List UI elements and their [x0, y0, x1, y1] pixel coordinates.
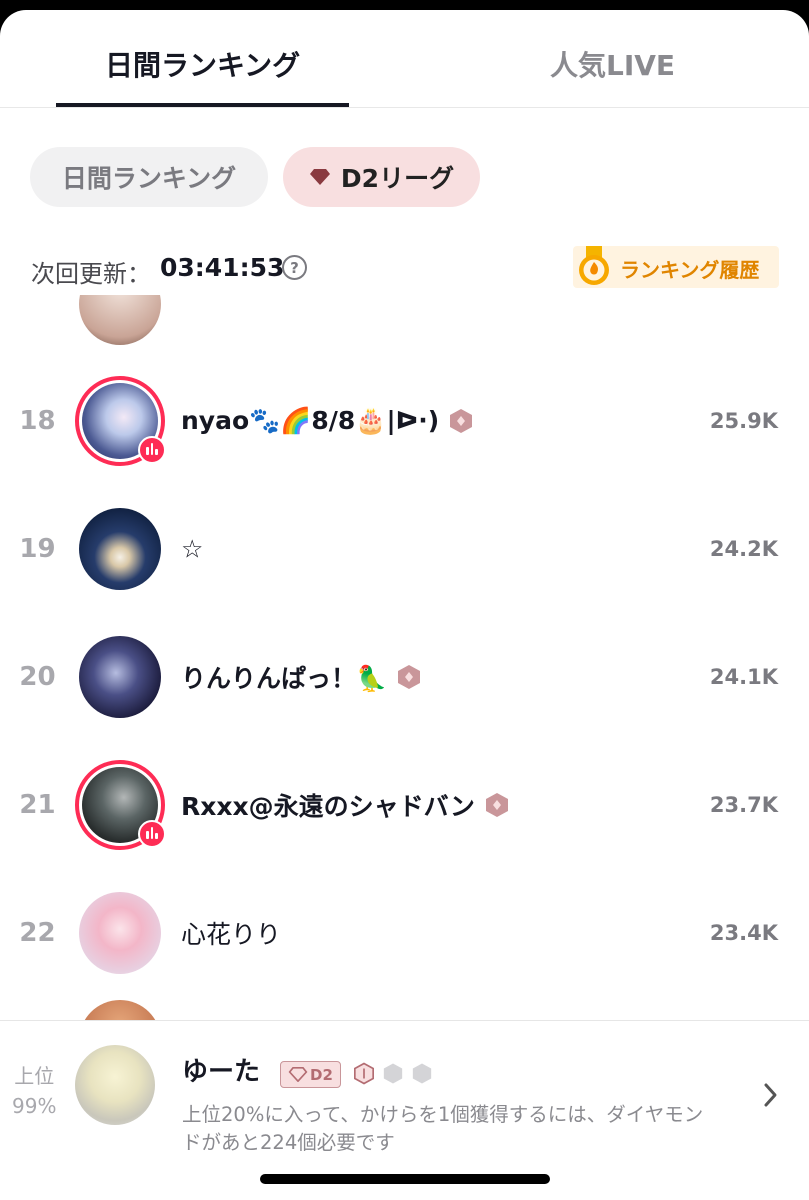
avatar[interactable]: [75, 760, 166, 850]
next-refresh-countdown: 03:41:53: [160, 253, 285, 282]
user-name: nyao🐾🌈8/8🎂|ᐅ·): [181, 406, 440, 435]
my-rank-percentile: 99%: [12, 1094, 57, 1118]
ranking-row[interactable]: 20 りんりんぱっ！🦜 24.1K: [0, 613, 809, 741]
diamond-icon: [309, 169, 330, 185]
tab-popular-live[interactable]: 人気LIVE: [550, 44, 675, 84]
my-rank-bar[interactable]: 上位 99% ゆーた D2 上位20%に入って、かけらを1個獲得するには、ダイヤ…: [0, 1020, 809, 1200]
ranking-sheet: 日間ランキング 人気LIVE 日間ランキング D2リーグ 次回更新： 03:41…: [0, 10, 809, 1200]
rank-number: 19: [19, 534, 56, 564]
user-name: 心花りり: [181, 920, 282, 949]
league-hex-badge-icon: [398, 665, 421, 689]
ranking-list: 18 nyao🐾🌈8/8🎂|ᐅ·) 25.9K 19 ☆ 24.2K 20 りん…: [0, 295, 809, 1020]
ranking-history-button[interactable]: ランキング履歴: [573, 246, 779, 288]
filter-daily-ranking-pill[interactable]: 日間ランキング: [30, 147, 268, 207]
live-indicator-icon: [138, 820, 166, 848]
my-user-name: ゆーた: [182, 1057, 261, 1087]
league-hex-badge-icon: [485, 793, 508, 817]
shard-filled-icon: [354, 1062, 374, 1085]
medal-icon: [579, 246, 609, 285]
rank-number: 21: [19, 790, 56, 820]
rank-number: 18: [19, 406, 56, 436]
rank-number: 22: [19, 918, 56, 948]
my-rank-description: 上位20%に入って、かけらを1個獲得するには、ダイヤモンドがあと224個必要です: [182, 1103, 704, 1154]
shard-progress: [354, 1062, 432, 1085]
ranking-history-label: ランキング履歴: [620, 258, 760, 282]
ranking-row[interactable]: 22 心花りり 23.4K: [0, 869, 809, 997]
chevron-right-icon[interactable]: [762, 1081, 780, 1109]
top-tabs: 日間ランキング 人気LIVE: [0, 10, 809, 108]
league-hex-badge-icon: [450, 409, 473, 433]
user-name: りんりんぱっ！🦜: [181, 664, 388, 693]
avatar[interactable]: [79, 892, 161, 974]
ranking-row[interactable]: 21 Rxxx@永遠のシャドバン 23.7K: [0, 741, 809, 869]
diamond-icon: [288, 1067, 308, 1082]
help-icon[interactable]: ?: [282, 255, 307, 280]
user-name: ☆: [181, 534, 204, 564]
ranking-row[interactable]: 18 nyao🐾🌈8/8🎂|ᐅ·) 25.9K: [0, 357, 809, 485]
my-league-tag: D2: [280, 1061, 341, 1088]
active-tab-indicator: [56, 103, 349, 107]
my-rank: 上位 99%: [12, 1061, 56, 1121]
score-value: 24.2K: [709, 537, 778, 561]
next-refresh-label: 次回更新：: [31, 260, 151, 288]
score-value: 25.9K: [709, 409, 778, 433]
ranking-row[interactable]: 19 ☆ 24.2K: [0, 485, 809, 613]
filter-d2-league-pill[interactable]: D2リーグ: [283, 147, 480, 207]
filter-d2-league-label: D2リーグ: [340, 164, 455, 193]
score-value: 23.7K: [709, 793, 778, 817]
user-name: Rxxx@永遠のシャドバン: [181, 792, 475, 821]
avatar[interactable]: [75, 376, 166, 466]
shard-empty-icon: [412, 1063, 432, 1084]
filter-daily-ranking-label: 日間ランキング: [61, 164, 237, 193]
score-value: 24.1K: [709, 665, 778, 689]
my-avatar[interactable]: [75, 1045, 155, 1125]
live-indicator-icon: [138, 436, 166, 464]
home-indicator: [260, 1174, 550, 1184]
avatar: [79, 295, 161, 345]
avatar[interactable]: [79, 508, 161, 590]
my-league-label: D2: [310, 1065, 333, 1084]
avatar[interactable]: [79, 636, 161, 718]
shard-empty-icon: [383, 1063, 403, 1084]
score-value: 23.4K: [709, 921, 778, 945]
rank-number: 20: [19, 662, 56, 692]
avatar: [79, 1000, 161, 1020]
tab-daily-ranking[interactable]: 日間ランキング: [105, 44, 300, 84]
my-rank-label: 上位: [14, 1064, 55, 1088]
